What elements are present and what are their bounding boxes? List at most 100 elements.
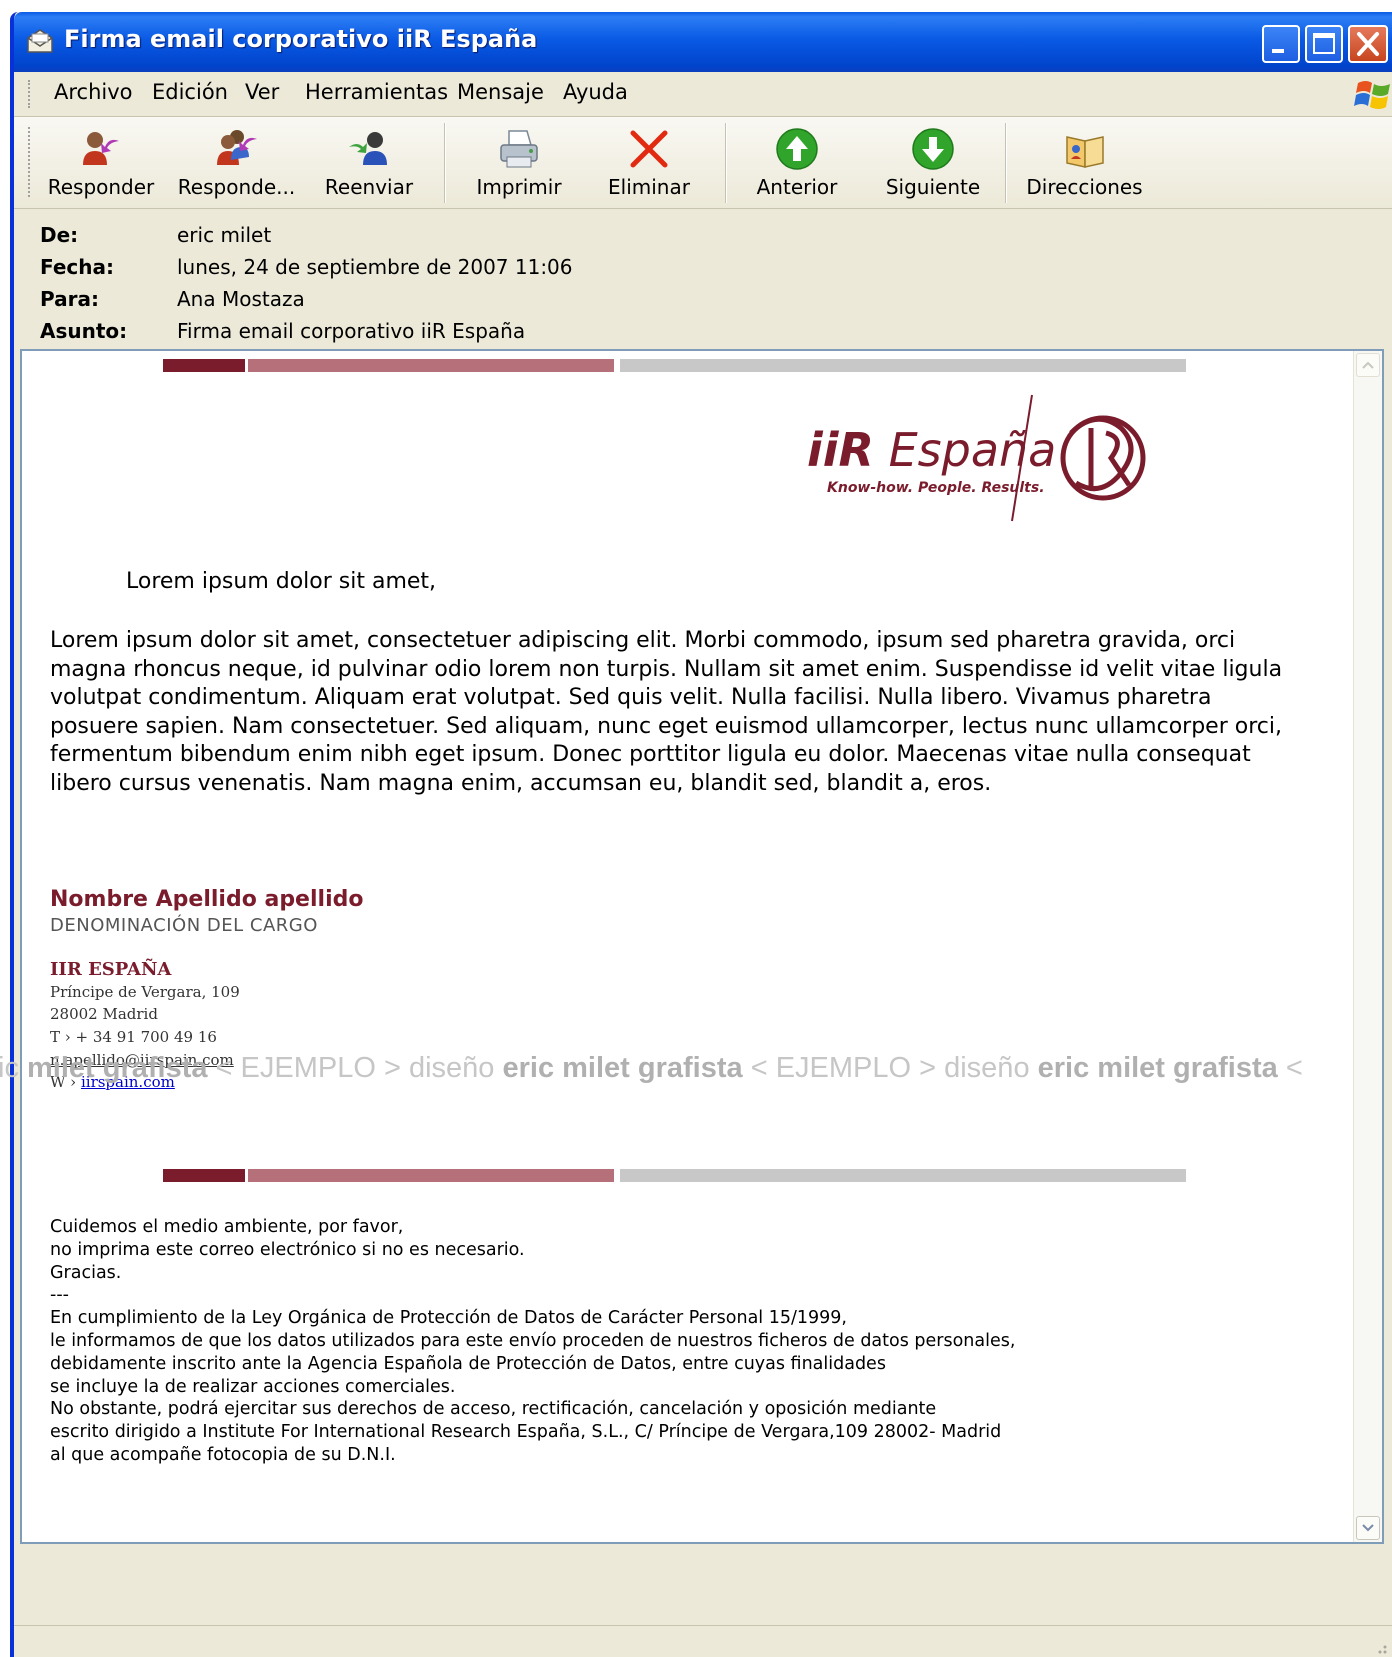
maximize-icon (1313, 33, 1335, 54)
watermark-segment: < EJEMPLO > diseño (207, 1052, 503, 1084)
next-button[interactable]: Siguiente (878, 117, 988, 208)
brand-bar-grey (620, 1169, 1186, 1182)
reply-label: Responder (47, 175, 155, 199)
forward-icon (349, 132, 387, 165)
delete-label: Eliminar (608, 175, 690, 199)
brand-bar-light (248, 359, 614, 372)
watermark-segment: ic (0, 1052, 27, 1084)
close-icon (1357, 32, 1379, 56)
menu-mensaje[interactable]: Mensaje (457, 80, 544, 104)
footer-line: no imprima este correo electrónico si no… (50, 1239, 525, 1260)
reply-all-label: Responde... (177, 175, 296, 199)
menu-ayuda[interactable]: Ayuda (563, 80, 628, 104)
brand-bar-dark (163, 1169, 245, 1182)
minimize-button[interactable] (1262, 25, 1300, 63)
close-button[interactable] (1348, 25, 1388, 63)
signature-company: IIR ESPAÑA (50, 959, 172, 980)
arrow-down-icon (912, 128, 954, 170)
brand-bar-grey (620, 359, 1186, 372)
delete-button[interactable]: Eliminar (594, 117, 704, 208)
footer-line: se incluye la de realizar acciones comer… (50, 1376, 456, 1397)
footer-line: Cuidemos el medio ambiente, por favor, (50, 1217, 404, 1237)
outlook-express-message-window: Firma email corporativo iiR España Archi… (10, 12, 1392, 1657)
arrow-up-icon (776, 128, 818, 170)
signature-job-title: DENOMINACIÓN DEL CARGO (50, 915, 318, 936)
from-label: De: (40, 223, 79, 247)
addresses-button[interactable]: Direcciones (1022, 117, 1147, 208)
toolbar-separator (444, 123, 446, 203)
footer-line: En cumplimiento de la Ley Orgánica de Pr… (50, 1308, 847, 1329)
menu-ver[interactable]: Ver (245, 80, 279, 104)
footer-line: debidamente inscrito ante la Agencia Esp… (50, 1353, 886, 1374)
footer-line: Gracias. (50, 1262, 122, 1283)
date-value: lunes, 24 de septiembre de 2007 11:06 (177, 255, 573, 279)
subject-value: Firma email corporativo iiR España (177, 319, 526, 343)
toolbar: Responder Responde... Reenviar Imprimir … (14, 117, 1392, 209)
chevron-up-icon (1362, 361, 1374, 369)
toolbar-separator (725, 123, 727, 203)
menu-grip[interactable] (28, 80, 33, 108)
logo-divider-icon (1011, 394, 1033, 522)
scroll-up-button[interactable] (1356, 353, 1380, 377)
watermark-segment: milet grafista (27, 1052, 208, 1084)
iir-monogram-icon (1060, 415, 1146, 501)
toolbar-grip[interactable] (28, 127, 33, 197)
menu-herramientas[interactable]: Herramientas (305, 80, 448, 104)
status-bar (14, 1625, 1392, 1657)
reply-all-icon (216, 130, 257, 165)
logo-iir: iiR (807, 423, 874, 477)
watermark-segment: eric milet grafista (1037, 1052, 1278, 1084)
footer-line: No obstante, podrá ejercitar sus derecho… (50, 1399, 937, 1420)
message-headers: De: eric milet Fecha: lunes, 24 de septi… (14, 209, 1392, 349)
next-label: Siguiente (885, 175, 981, 199)
date-label: Fecha: (40, 255, 115, 279)
addresses-label: Direcciones (1026, 175, 1143, 199)
window-title: Firma email corporativo iiR España (64, 25, 538, 53)
watermark-segment: < EJEMPLO > diseño (742, 1052, 1038, 1084)
previous-button[interactable]: Anterior (742, 117, 852, 208)
to-label: Para: (40, 287, 99, 311)
previous-label: Anterior (756, 175, 838, 199)
title-bar[interactable]: Firma email corporativo iiR España (14, 12, 1392, 72)
from-value: eric milet (177, 223, 272, 247)
watermark-segment: < (1277, 1052, 1303, 1084)
signature-address-city: 28002 Madrid (50, 1005, 158, 1023)
signature-address-street: Príncipe de Vergara, 109 (50, 983, 240, 1001)
scroll-down-button[interactable] (1356, 1516, 1380, 1540)
message-body-pane[interactable]: iiR España Know-how. People. Results. Lo… (20, 349, 1384, 1544)
maximize-button[interactable] (1305, 25, 1343, 63)
delete-x-icon (630, 130, 668, 168)
designer-watermark: ic milet grafista < EJEMPLO > diseño eri… (0, 1052, 1392, 1085)
resize-grip-icon (1378, 1645, 1387, 1654)
subject-label: Asunto: (40, 319, 128, 343)
menu-edicion[interactable]: Edición (152, 80, 228, 104)
to-value: Ana Mostaza (177, 287, 305, 311)
reply-icon (83, 132, 119, 165)
footer-line: --- (50, 1285, 69, 1306)
menu-bar: Archivo Edición Ver Herramientas Mensaje… (14, 72, 1392, 117)
brand-bar-light (248, 1169, 614, 1182)
reply-all-button[interactable]: Responde... (174, 117, 299, 208)
forward-label: Reenviar (324, 175, 414, 199)
print-label: Imprimir (476, 175, 562, 199)
footer-line: al que acompañe fotocopia de su D.N.I. (50, 1444, 396, 1465)
printer-icon (500, 130, 538, 168)
vertical-scrollbar[interactable] (1353, 351, 1382, 1542)
signature-name: Nombre Apellido apellido (50, 887, 364, 912)
chevron-down-icon (1362, 1524, 1374, 1532)
reply-button[interactable]: Responder (46, 117, 156, 208)
footer-line: le informamos de que los datos utilizado… (50, 1330, 1016, 1351)
menu-archivo[interactable]: Archivo (54, 80, 133, 104)
footer-line: escrito dirigido a Institute For Interna… (50, 1422, 1002, 1443)
iir-logo: iiR España Know-how. People. Results. (807, 393, 1187, 528)
brand-bar-dark (163, 359, 245, 372)
watermark-segment: eric milet grafista (502, 1052, 743, 1084)
signature-phone: T › + 34 91 700 49 16 (50, 1028, 217, 1046)
legal-footer: Cuidemos el medio ambiente, por favor, n… (50, 1216, 1250, 1467)
greeting: Lorem ipsum dolor sit amet, (126, 569, 437, 594)
forward-button[interactable]: Reenviar (314, 117, 424, 208)
print-button[interactable]: Imprimir (464, 117, 574, 208)
envelope-icon (27, 29, 53, 53)
minimize-icon (1272, 49, 1284, 53)
windows-logo-icon (1354, 81, 1390, 109)
